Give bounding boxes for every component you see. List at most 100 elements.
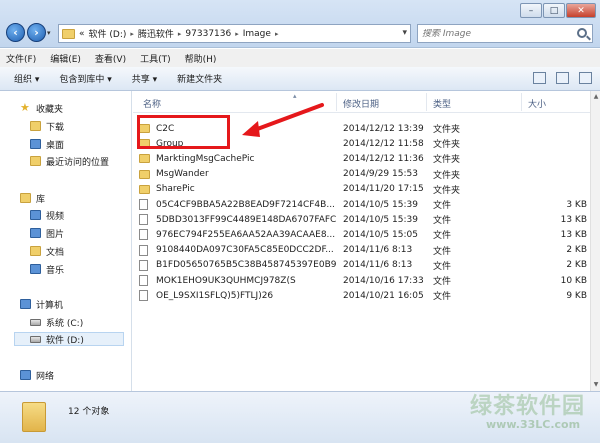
download-folder-icon (30, 121, 41, 131)
include-in-library-button[interactable]: 包含到库中 ▾ (59, 72, 111, 85)
nav-downloads-label: 下载 (46, 122, 65, 133)
file-row[interactable]: 5DBD3013FF99C4489E148DA6707FAFC 2014/10/5… (139, 212, 587, 227)
file-row[interactable]: SharePic 2014/11/20 17:15 文件夹 (139, 182, 587, 197)
breadcrumb-separator-icon[interactable]: ▸ (275, 30, 279, 38)
item-count: 12 个对象 (68, 407, 110, 417)
nav-libraries[interactable]: 库 (20, 191, 45, 205)
menu-tools[interactable]: 工具(T) (140, 52, 171, 65)
help-icon[interactable] (579, 72, 592, 84)
file-row[interactable]: 9108440DA097C30FA5C85E0DCC2DF... 2014/11/… (139, 243, 587, 258)
file-row[interactable]: 976EC794F255EA6AA52AA39ACAAE8... 2014/10/… (139, 227, 587, 242)
forward-button[interactable]: › (27, 23, 46, 42)
window-controls: – □ ✕ (519, 3, 596, 18)
file-type: 文件夹 (433, 185, 461, 196)
recent-places-icon (30, 156, 41, 166)
file-name: OE_L9SXI1SFLQ)5)FTLJ)26 (156, 290, 274, 301)
file-name: SharePic (156, 184, 195, 195)
column-divider[interactable] (521, 93, 522, 111)
file-size: 2 KB (566, 260, 587, 271)
folder-icon (139, 184, 150, 194)
menu-edit[interactable]: 编辑(E) (50, 52, 81, 65)
nav-drive-c-label: 系统 (C:) (46, 318, 84, 329)
file-size: 10 KB (560, 275, 587, 286)
nav-music[interactable]: 音乐 (30, 262, 64, 276)
scroll-down-icon[interactable]: ▼ (592, 381, 600, 389)
folder-icon (22, 402, 46, 432)
breadcrumb-image-folder[interactable]: Image (243, 29, 271, 39)
nav-downloads[interactable]: 下载 (30, 119, 64, 133)
column-type[interactable]: 类型 (433, 97, 451, 110)
nav-drive-d[interactable]: 软件 (D:) (14, 332, 124, 346)
organize-button[interactable]: 组织 ▾ (14, 72, 39, 85)
file-icon (139, 214, 148, 226)
drive-icon (30, 318, 41, 326)
column-name[interactable]: 名称 (143, 97, 161, 110)
nav-documents[interactable]: 文档 (30, 244, 64, 258)
file-row[interactable]: MOK1EHO9UK3QUHMCJ978Z(S 2014/10/16 17:33 文… (139, 273, 587, 288)
menu-file[interactable]: 文件(F) (6, 52, 36, 65)
column-divider[interactable] (336, 93, 337, 111)
column-divider[interactable] (426, 93, 427, 111)
menu-bar: 文件(F) 编辑(E) 查看(V) 工具(T) 帮助(H) (0, 49, 600, 67)
file-name: MsgWander (156, 169, 209, 180)
address-dropdown-icon[interactable]: ▾ (402, 28, 407, 38)
nav-computer-label: 计算机 (36, 300, 64, 311)
breadcrumb-account-folder[interactable]: 97337136 (185, 29, 231, 39)
breadcrumb-separator-icon[interactable]: ▸ (235, 30, 239, 38)
watermark-url: www.33LC.com (486, 418, 581, 431)
search-box (417, 24, 593, 43)
recent-pages-dropdown-icon[interactable]: ▾ (47, 29, 56, 37)
file-type: 文件 (433, 277, 452, 287)
preview-pane-icon[interactable] (556, 72, 569, 84)
file-row[interactable]: 05C4CF9BBA5A22B8EAD9F7214CF4B... 2014/10/… (139, 197, 587, 212)
drive-icon (30, 335, 41, 343)
file-row[interactable]: MsgWander 2014/9/29 15:53 文件夹 (139, 167, 587, 182)
nav-network[interactable]: 网络 (20, 368, 54, 382)
nav-drive-c[interactable]: 系统 (C:) (30, 315, 83, 329)
scroll-up-icon[interactable]: ▲ (592, 93, 600, 101)
file-row[interactable]: MarktingMsgCachePic 2014/12/12 11:36 文件夹 (139, 151, 587, 166)
file-type: 文件 (433, 201, 452, 211)
breadcrumb-separator-icon[interactable]: ▸ (178, 30, 182, 38)
file-row[interactable]: B1FD05650765B5C38B458745397E0B9 2014/11/6… (139, 258, 587, 273)
column-size[interactable]: 大小 (528, 97, 546, 110)
nav-favorites[interactable]: ★ 收藏夹 (20, 101, 63, 115)
file-date: 2014/12/12 11:58 (343, 138, 424, 149)
search-input[interactable] (422, 28, 572, 39)
search-icon[interactable] (577, 28, 587, 38)
nav-documents-label: 文档 (46, 247, 65, 258)
file-name: 05C4CF9BBA5A22B8EAD9F7214CF4B... (156, 199, 335, 210)
file-date: 2014/10/5 15:39 (343, 199, 418, 210)
red-arrow-icon (242, 103, 324, 137)
share-button[interactable]: 共享 ▾ (132, 72, 157, 85)
column-date[interactable]: 修改日期 (343, 97, 379, 110)
nav-computer[interactable]: 计算机 (20, 297, 63, 311)
nav-desktop[interactable]: 桌面 (30, 137, 64, 151)
breadcrumb-separator-icon[interactable]: ▸ (130, 30, 134, 38)
breadcrumb-app-folder[interactable]: 腾迅软件 (138, 27, 174, 40)
maximize-button[interactable]: □ (543, 3, 565, 18)
navigation-buttons: ‹ › ▾ (6, 23, 56, 42)
file-date: 2014/11/6 8:13 (343, 245, 413, 256)
address-bar[interactable]: « 软件 (D:) ▸ 腾迅软件 ▸ 97337136 ▸ Image ▸ ▾ (58, 24, 411, 43)
nav-videos[interactable]: 视频 (30, 208, 64, 222)
minimize-button[interactable]: – (520, 3, 542, 18)
menu-view[interactable]: 查看(V) (95, 52, 126, 65)
address-overflow[interactable]: « (79, 29, 85, 39)
file-size: 9 KB (566, 290, 587, 301)
file-name: 5DBD3013FF99C4489E148DA6707FAFC (156, 214, 336, 225)
new-folder-button[interactable]: 新建文件夹 (177, 72, 222, 85)
file-icon (139, 290, 148, 302)
breadcrumb-drive[interactable]: 软件 (D:) (89, 27, 127, 40)
menu-help[interactable]: 帮助(H) (185, 52, 217, 65)
close-button[interactable]: ✕ (566, 3, 596, 18)
view-options-icon[interactable] (533, 72, 546, 84)
file-icon (139, 244, 148, 256)
file-row[interactable]: OE_L9SXI1SFLQ)5)FTLJ)26 2014/10/21 16:05 文… (139, 288, 587, 303)
back-button[interactable]: ‹ (6, 23, 25, 42)
file-name: B1FD05650765B5C38B458745397E0B9 (156, 260, 336, 271)
file-name: MarktingMsgCachePic (156, 153, 255, 164)
nav-recent-places[interactable]: 最近访问的位置 (30, 154, 109, 168)
nav-pictures[interactable]: 图片 (30, 226, 64, 240)
vertical-scrollbar[interactable]: ▲ ▼ (590, 91, 600, 391)
